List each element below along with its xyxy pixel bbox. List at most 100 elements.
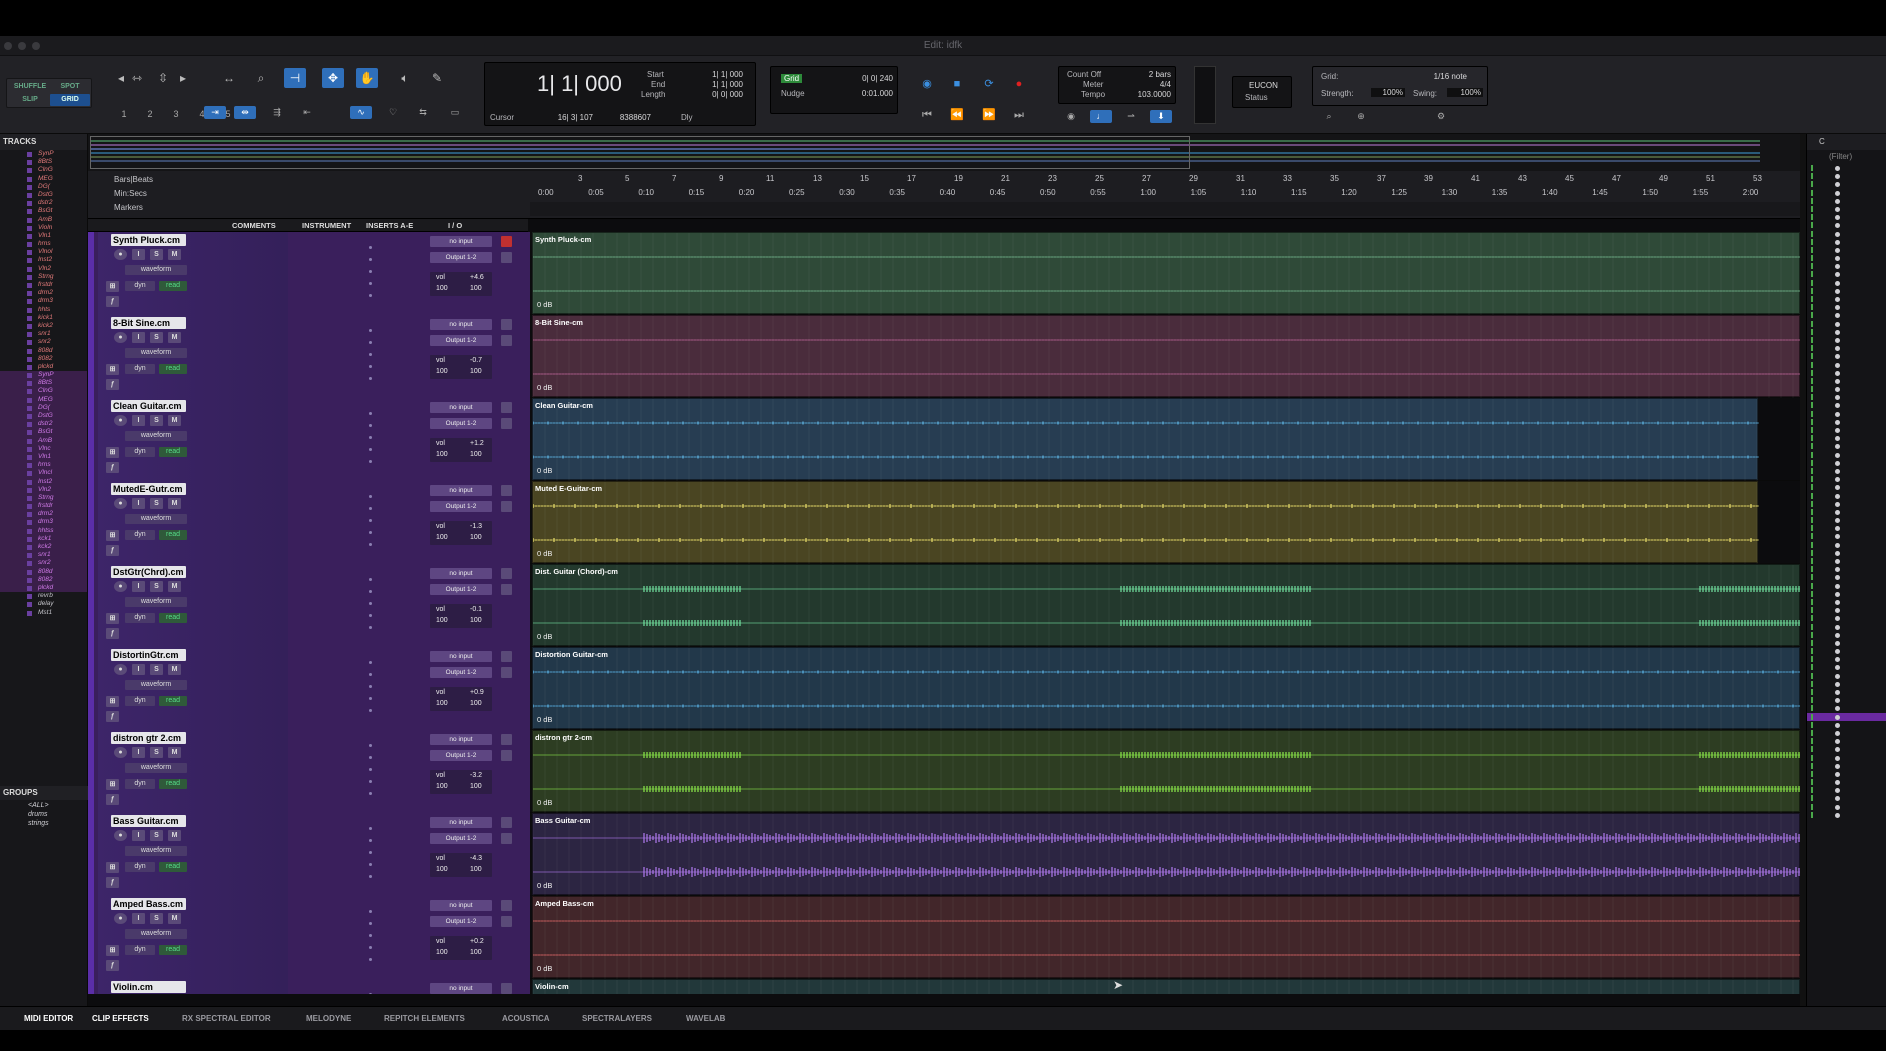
clip-list-row[interactable] bbox=[1807, 320, 1886, 328]
clip-gain[interactable]: 0 dB bbox=[537, 881, 552, 890]
tracks-list-item[interactable]: DG( bbox=[0, 403, 87, 412]
insert-slot[interactable] bbox=[369, 270, 372, 273]
clip-list-row[interactable] bbox=[1807, 639, 1886, 647]
record-arm-icon[interactable]: ● bbox=[114, 249, 127, 260]
playlist-icon[interactable]: ⊞ bbox=[106, 530, 119, 541]
track-name[interactable]: DstGtr(Chrd).cm bbox=[111, 566, 186, 578]
overview-view-window[interactable] bbox=[90, 136, 1190, 169]
automation-mode-button[interactable]: read bbox=[159, 945, 187, 955]
track-record-enable-icon[interactable] bbox=[501, 651, 512, 662]
tracks-list-item[interactable]: DstG bbox=[0, 191, 87, 199]
tracks-list-item[interactable]: frstdr bbox=[0, 502, 87, 511]
insert-slot[interactable] bbox=[369, 507, 372, 510]
fast-forward-icon[interactable]: ⏩ bbox=[980, 106, 998, 124]
clip-list-row[interactable] bbox=[1807, 532, 1886, 540]
tracks-list-item[interactable]: Violn bbox=[0, 224, 87, 232]
tracks-list-item[interactable]: drm3 bbox=[0, 518, 87, 527]
input-monitor-button[interactable]: I bbox=[132, 332, 145, 343]
clip-list-row[interactable] bbox=[1807, 745, 1886, 753]
insert-slot[interactable] bbox=[369, 590, 372, 593]
tracks-list-item[interactable]: Mst1 bbox=[0, 609, 87, 617]
dyn-timebase-button[interactable]: dyn bbox=[125, 696, 155, 706]
tracks-list-item[interactable]: dstr2 bbox=[0, 420, 87, 429]
clip-list-row[interactable] bbox=[1807, 410, 1886, 418]
playlist-icon[interactable]: ⊞ bbox=[106, 281, 119, 292]
tracks-list-item[interactable]: AmB bbox=[0, 436, 87, 445]
solo-button[interactable]: S bbox=[150, 332, 163, 343]
insert-slot[interactable] bbox=[369, 756, 372, 759]
input-selector[interactable]: no input bbox=[430, 900, 492, 911]
record-arm-icon[interactable]: ● bbox=[114, 332, 127, 343]
track-name[interactable]: Amped Bass.cm bbox=[111, 898, 186, 910]
insert-slot[interactable] bbox=[369, 294, 372, 297]
insert-slot[interactable] bbox=[369, 993, 372, 994]
tracks-list-item[interactable]: drm2 bbox=[0, 289, 87, 297]
min-secs-ruler[interactable]: 0:00 0:05 0:10 0:15 0:20 0:25 0:30 0:35 0:40 0:45… bbox=[530, 188, 1806, 202]
clip-list-row[interactable] bbox=[1807, 598, 1886, 606]
input-monitor-button[interactable]: I bbox=[132, 415, 145, 426]
track-options-icon[interactable] bbox=[501, 584, 512, 595]
dyn-timebase-button[interactable]: dyn bbox=[125, 613, 155, 623]
volume-pan-display[interactable]: vol -3.2 100 100 bbox=[430, 770, 492, 794]
track-record-enable-icon[interactable] bbox=[501, 485, 512, 496]
tracks-list-item[interactable]: plckd bbox=[0, 583, 87, 593]
volume-pan-display[interactable]: vol -0.1 100 100 bbox=[430, 604, 492, 628]
volume-pan-display[interactable]: vol +1.2 100 100 bbox=[430, 438, 492, 462]
clip-list-row[interactable] bbox=[1807, 426, 1886, 434]
output-selector[interactable]: Output 1-2 bbox=[430, 667, 492, 678]
input-selector[interactable]: no input bbox=[430, 651, 492, 662]
trim-tool-icon[interactable]: ⊣ bbox=[284, 68, 306, 88]
insert-slot[interactable] bbox=[369, 543, 372, 546]
start-value[interactable]: 1| 1| 000 bbox=[681, 70, 743, 79]
clip-list-row[interactable] bbox=[1807, 762, 1886, 770]
insert-slot[interactable] bbox=[369, 946, 372, 949]
track-color-stripe[interactable] bbox=[88, 896, 94, 979]
clip-list-row[interactable] bbox=[1807, 565, 1886, 573]
clip-list-row[interactable] bbox=[1807, 303, 1886, 311]
track-color-stripe[interactable] bbox=[88, 315, 94, 398]
clip-list-row[interactable] bbox=[1807, 377, 1886, 385]
insert-slot[interactable] bbox=[369, 258, 372, 261]
clip-list-row[interactable] bbox=[1807, 197, 1886, 205]
input-selector[interactable]: no input bbox=[430, 817, 492, 828]
insert-slot[interactable] bbox=[369, 768, 372, 771]
track-record-enable-icon[interactable] bbox=[501, 568, 512, 579]
clip-list-row[interactable] bbox=[1807, 393, 1886, 401]
playlist-icon[interactable]: ⊞ bbox=[106, 696, 119, 707]
input-monitor-button[interactable]: I bbox=[132, 913, 145, 924]
clip-list-row[interactable] bbox=[1807, 451, 1886, 459]
insert-slot[interactable] bbox=[369, 412, 372, 415]
tracks-list-item[interactable]: hrns bbox=[0, 240, 87, 248]
clip-list-row[interactable] bbox=[1807, 180, 1886, 188]
dyn-timebase-button[interactable]: dyn bbox=[125, 779, 155, 789]
input-monitor-button[interactable]: I bbox=[132, 581, 145, 592]
tracks-list-item[interactable]: Vln2 bbox=[0, 485, 87, 494]
clip-list-row[interactable] bbox=[1807, 221, 1886, 229]
tracks-list-item[interactable]: Vlnol bbox=[0, 248, 87, 256]
clip[interactable]: Muted E-Guitar-cm 0 dB bbox=[532, 481, 1759, 564]
clip-list-row[interactable] bbox=[1807, 164, 1886, 172]
track-view-selector[interactable]: waveform bbox=[125, 265, 187, 275]
tracks-list-item[interactable]: snr1 bbox=[0, 551, 87, 560]
dyn-timebase-button[interactable]: dyn bbox=[125, 447, 155, 457]
conductor-track-icon[interactable]: ♩ bbox=[1090, 110, 1112, 123]
track-options-icon[interactable] bbox=[501, 833, 512, 844]
output-selector[interactable]: Output 1-2 bbox=[430, 335, 492, 346]
solo-button[interactable]: S bbox=[150, 249, 163, 260]
tracks-list-item[interactable]: kck1 bbox=[0, 534, 87, 543]
scrubber-tool-icon[interactable]: 🔈︎ bbox=[394, 68, 416, 88]
elastic-audio-icon[interactable]: ƒ bbox=[106, 960, 119, 971]
insert-slot[interactable] bbox=[369, 365, 372, 368]
record-button-icon[interactable]: ● bbox=[1010, 75, 1028, 93]
tracks-list-item[interactable]: Vlnc bbox=[0, 444, 87, 453]
playlist-icon[interactable]: ⊞ bbox=[106, 447, 119, 458]
midi-merge-icon[interactable]: ◉ bbox=[1060, 110, 1082, 123]
insert-slot[interactable] bbox=[369, 282, 372, 285]
playlist-icon[interactable]: ⊞ bbox=[106, 779, 119, 790]
clip-list-row[interactable] bbox=[1807, 483, 1886, 491]
group-item-strings[interactable]: strings bbox=[0, 819, 88, 828]
record-arm-icon[interactable]: ● bbox=[114, 830, 127, 841]
clip-list-row[interactable] bbox=[1807, 508, 1886, 516]
spot-mode-button[interactable]: SPOT bbox=[50, 81, 90, 93]
insert-slot[interactable] bbox=[369, 626, 372, 629]
